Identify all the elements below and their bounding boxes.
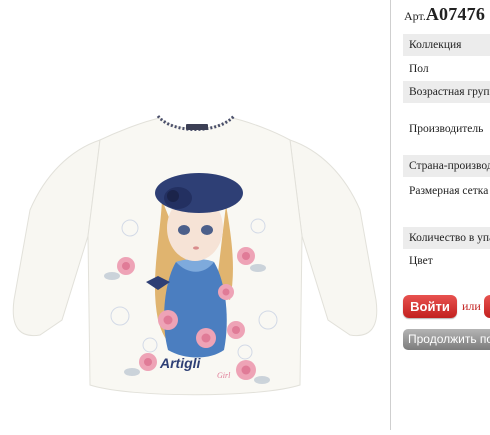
spec-row-country: Страна-производитель	[403, 155, 490, 177]
left-sleeve	[12, 139, 101, 337]
spec-row-color: Цвет	[409, 255, 433, 267]
brand-logo-sub: Girl	[217, 371, 231, 380]
spec-row-collection: Коллекция	[403, 34, 490, 56]
article-number: Арт.A07476	[404, 4, 485, 25]
column-divider	[390, 0, 391, 430]
spec-row-size-chart: Размерная сетка	[409, 185, 489, 197]
login-button[interactable]: Войти	[403, 295, 457, 318]
spec-row-gender: Пол	[409, 63, 429, 75]
right-sleeve	[289, 139, 378, 337]
product-image[interactable]: Artigli Girl	[0, 0, 390, 430]
spec-row-pack-quantity: Количество в упаковке	[403, 227, 490, 249]
article-code: A07476	[425, 4, 486, 24]
register-button[interactable]	[484, 295, 490, 318]
continue-shopping-button[interactable]: Продолжить покупки	[403, 329, 490, 350]
spec-row-manufacturer: Производитель	[409, 123, 484, 135]
spec-row-age-group: Возрастная группа	[403, 81, 490, 103]
tshirt-illustration: Artigli Girl	[12, 114, 378, 396]
or-text: или	[462, 299, 481, 313]
girl-dress	[164, 262, 227, 358]
collar-label	[186, 124, 208, 130]
brand-logo: Artigli	[159, 355, 202, 371]
article-prefix: Арт.	[404, 9, 426, 23]
